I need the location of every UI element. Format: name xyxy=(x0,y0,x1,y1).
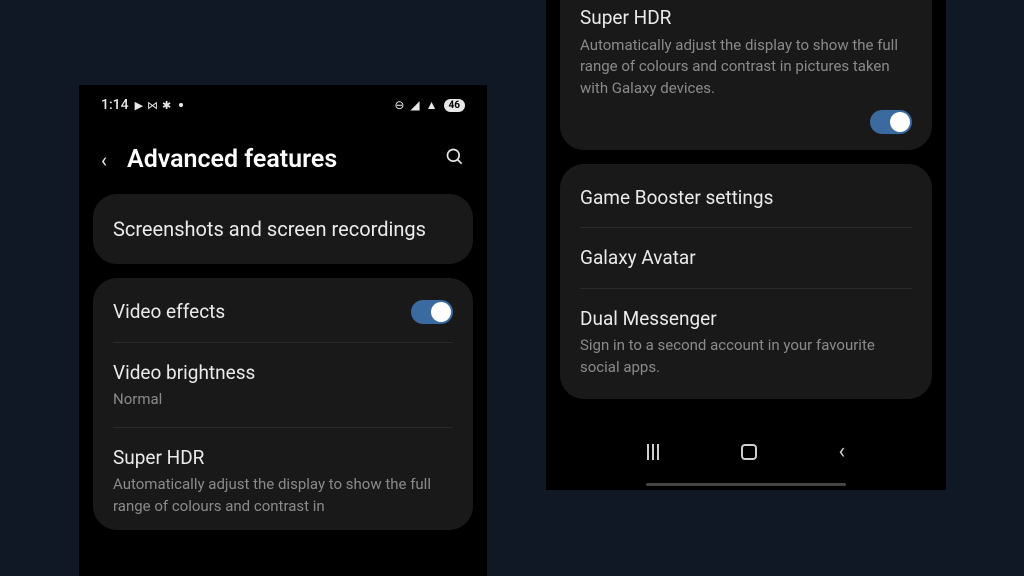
row-video-brightness[interactable]: Video brightness Normal xyxy=(93,343,473,427)
more-icon xyxy=(179,103,183,107)
status-right: ⊖ ◢ ▲ 46 xyxy=(394,98,465,112)
status-app-icons: ▶ ⋈ ✱ xyxy=(135,99,184,112)
dnd-icon: ⊖ xyxy=(394,98,404,112)
status-time: 1:14 xyxy=(101,97,129,113)
label-galaxy-avatar: Galaxy Avatar xyxy=(580,244,912,272)
back-button[interactable]: ‹ xyxy=(101,148,107,172)
toggle-super-hdr[interactable] xyxy=(870,110,912,134)
card-video: Video effects Video brightness Normal Su… xyxy=(93,278,473,530)
back-icon: ‹ xyxy=(838,439,845,464)
nav-bar: ‹ xyxy=(546,425,946,478)
card-screenshots: Screenshots and screen recordings xyxy=(93,194,473,264)
recent-icon xyxy=(647,444,659,460)
youtube-icon: ▶ xyxy=(135,99,143,112)
desc-dual-messenger: Sign in to a second account in your favo… xyxy=(580,335,912,379)
card-super-hdr-right: Super HDR Automatically adjust the displ… xyxy=(560,0,932,150)
nav-recent-button[interactable] xyxy=(647,444,659,460)
phone-right-screen: Super HDR Automatically adjust the displ… xyxy=(546,0,946,490)
row-video-effects[interactable]: Video effects xyxy=(93,282,473,342)
label-dual-messenger: Dual Messenger xyxy=(580,305,912,333)
search-button[interactable] xyxy=(445,147,465,172)
app-icon: ⋈ xyxy=(147,99,158,112)
page-title: Advanced features xyxy=(127,145,445,174)
app-icon-2: ✱ xyxy=(162,99,171,112)
toggle-wrap-hdr xyxy=(560,104,932,150)
wifi-icon: ◢ xyxy=(410,98,419,112)
label-screenshots: Screenshots and screen recordings xyxy=(113,214,453,244)
status-left: 1:14 ▶ ⋈ ✱ xyxy=(101,97,183,113)
value-video-brightness: Normal xyxy=(113,389,453,411)
row-galaxy-avatar[interactable]: Galaxy Avatar xyxy=(560,228,932,288)
toggle-video-effects[interactable] xyxy=(411,300,453,324)
desc-super-hdr-right: Automatically adjust the display to show… xyxy=(580,35,912,100)
page-header: ‹ Advanced features xyxy=(79,121,487,194)
home-icon xyxy=(741,444,757,460)
label-video-brightness: Video brightness xyxy=(113,359,453,387)
card-extras: Game Booster settings Galaxy Avatar Dual… xyxy=(560,164,932,399)
row-dual-messenger[interactable]: Dual Messenger Sign in to a second accou… xyxy=(560,289,932,395)
label-super-hdr-left: Super HDR xyxy=(113,444,453,472)
label-game-booster: Game Booster settings xyxy=(580,184,912,212)
row-super-hdr-left[interactable]: Super HDR Automatically adjust the displ… xyxy=(93,428,473,526)
row-screenshots[interactable]: Screenshots and screen recordings xyxy=(93,198,473,260)
label-video-effects: Video effects xyxy=(113,298,411,326)
row-game-booster[interactable]: Game Booster settings xyxy=(560,168,932,228)
nav-home-button[interactable] xyxy=(741,444,757,460)
status-bar: 1:14 ▶ ⋈ ✱ ⊖ ◢ ▲ 46 xyxy=(79,85,487,121)
row-super-hdr-right[interactable]: Super HDR Automatically adjust the displ… xyxy=(560,2,932,104)
battery-level: 46 xyxy=(444,99,465,112)
phone-left-screen: 1:14 ▶ ⋈ ✱ ⊖ ◢ ▲ 46 ‹ Advanced features … xyxy=(79,85,487,576)
desc-super-hdr-left: Automatically adjust the display to show… xyxy=(113,474,453,518)
label-super-hdr-right: Super HDR xyxy=(580,4,912,32)
nav-back-button[interactable]: ‹ xyxy=(838,439,845,464)
signal-icon: ▲ xyxy=(426,98,438,112)
scroll-handle xyxy=(646,483,846,486)
